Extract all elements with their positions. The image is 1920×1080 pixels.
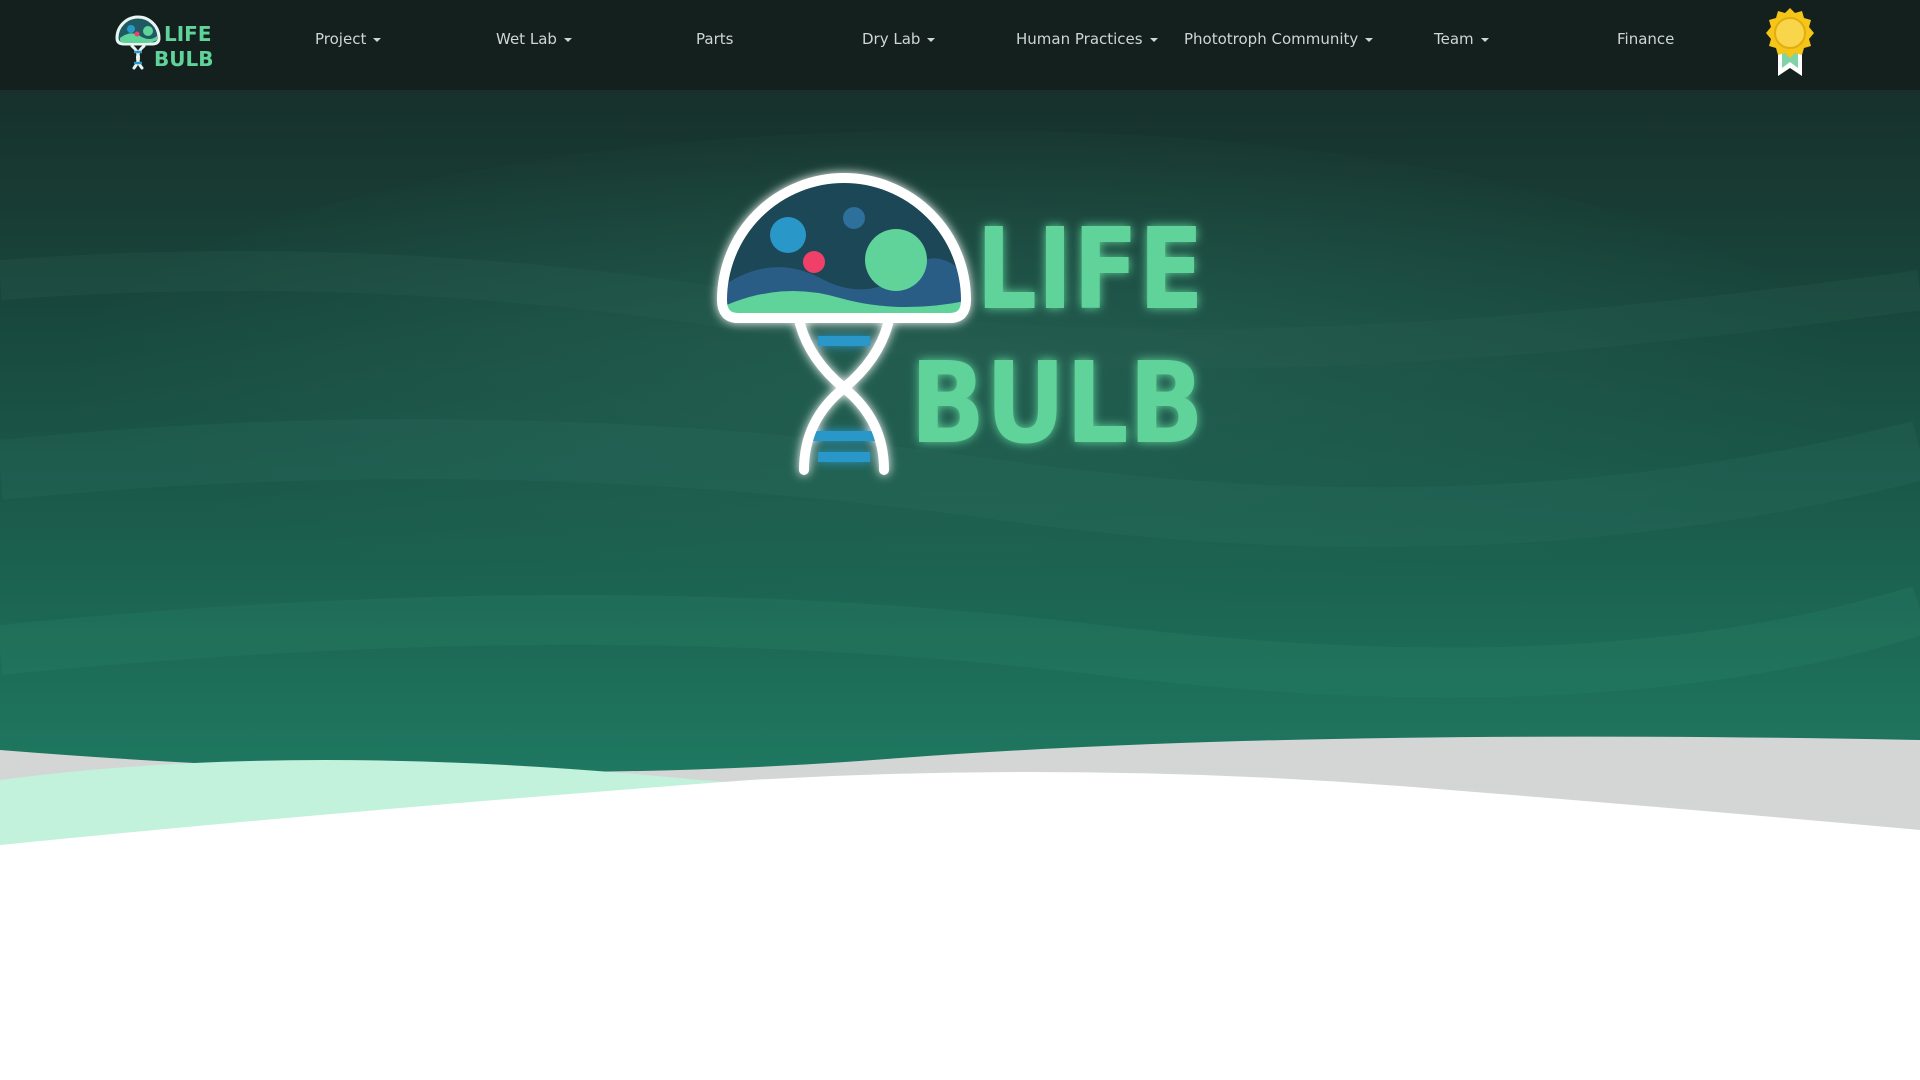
nav-item-label: Phototroph Community [1184, 30, 1359, 48]
chevron-down-icon [1149, 37, 1158, 42]
hero-section: LIFE BULB [0, 90, 1920, 1080]
nav-item-label: Parts [696, 30, 734, 48]
nav-logo[interactable]: LIFE BULB [112, 12, 216, 76]
nav-item-label: Human Practices [1016, 30, 1143, 48]
chevron-down-icon [373, 37, 382, 42]
nav-item-label: Wet Lab [496, 30, 557, 48]
chevron-down-icon [1480, 37, 1489, 42]
nav-logo-text-life: LIFE [164, 22, 212, 46]
nav-item-human-practices[interactable]: Human Practices [1016, 30, 1158, 48]
nav-item-label: Finance [1617, 30, 1675, 48]
nav-item-label: Dry Lab [862, 30, 921, 48]
nav-item-wet-lab[interactable]: Wet Lab [496, 30, 572, 48]
nav-item-finance[interactable]: Finance [1617, 30, 1674, 48]
nav-item-team[interactable]: Team [1434, 30, 1489, 48]
nav-item-parts[interactable]: Parts [696, 30, 733, 48]
chevron-down-icon [563, 37, 572, 42]
nav-item-phototroph-community[interactable]: Phototroph Community [1184, 30, 1374, 48]
hero-logo-text-life: LIFE [976, 205, 1204, 335]
nav-item-label: Project [315, 30, 367, 48]
top-navbar: LIFE BULB Project Wet Lab Parts Dry Lab … [0, 0, 1920, 90]
chevron-down-icon [927, 37, 936, 42]
nav-item-dry-lab[interactable]: Dry Lab [862, 30, 936, 48]
chevron-down-icon [1365, 37, 1374, 42]
nav-logo-text-bulb: BULB [154, 47, 213, 71]
hero-logo-text-bulb: BULB [910, 339, 1204, 469]
lightbulb-dna-icon: LIFE BULB [716, 173, 1204, 475]
gold-medal-ribbon-icon[interactable] [1762, 6, 1818, 80]
nav-item-label: Team [1434, 30, 1474, 48]
nav-item-project[interactable]: Project [315, 30, 382, 48]
